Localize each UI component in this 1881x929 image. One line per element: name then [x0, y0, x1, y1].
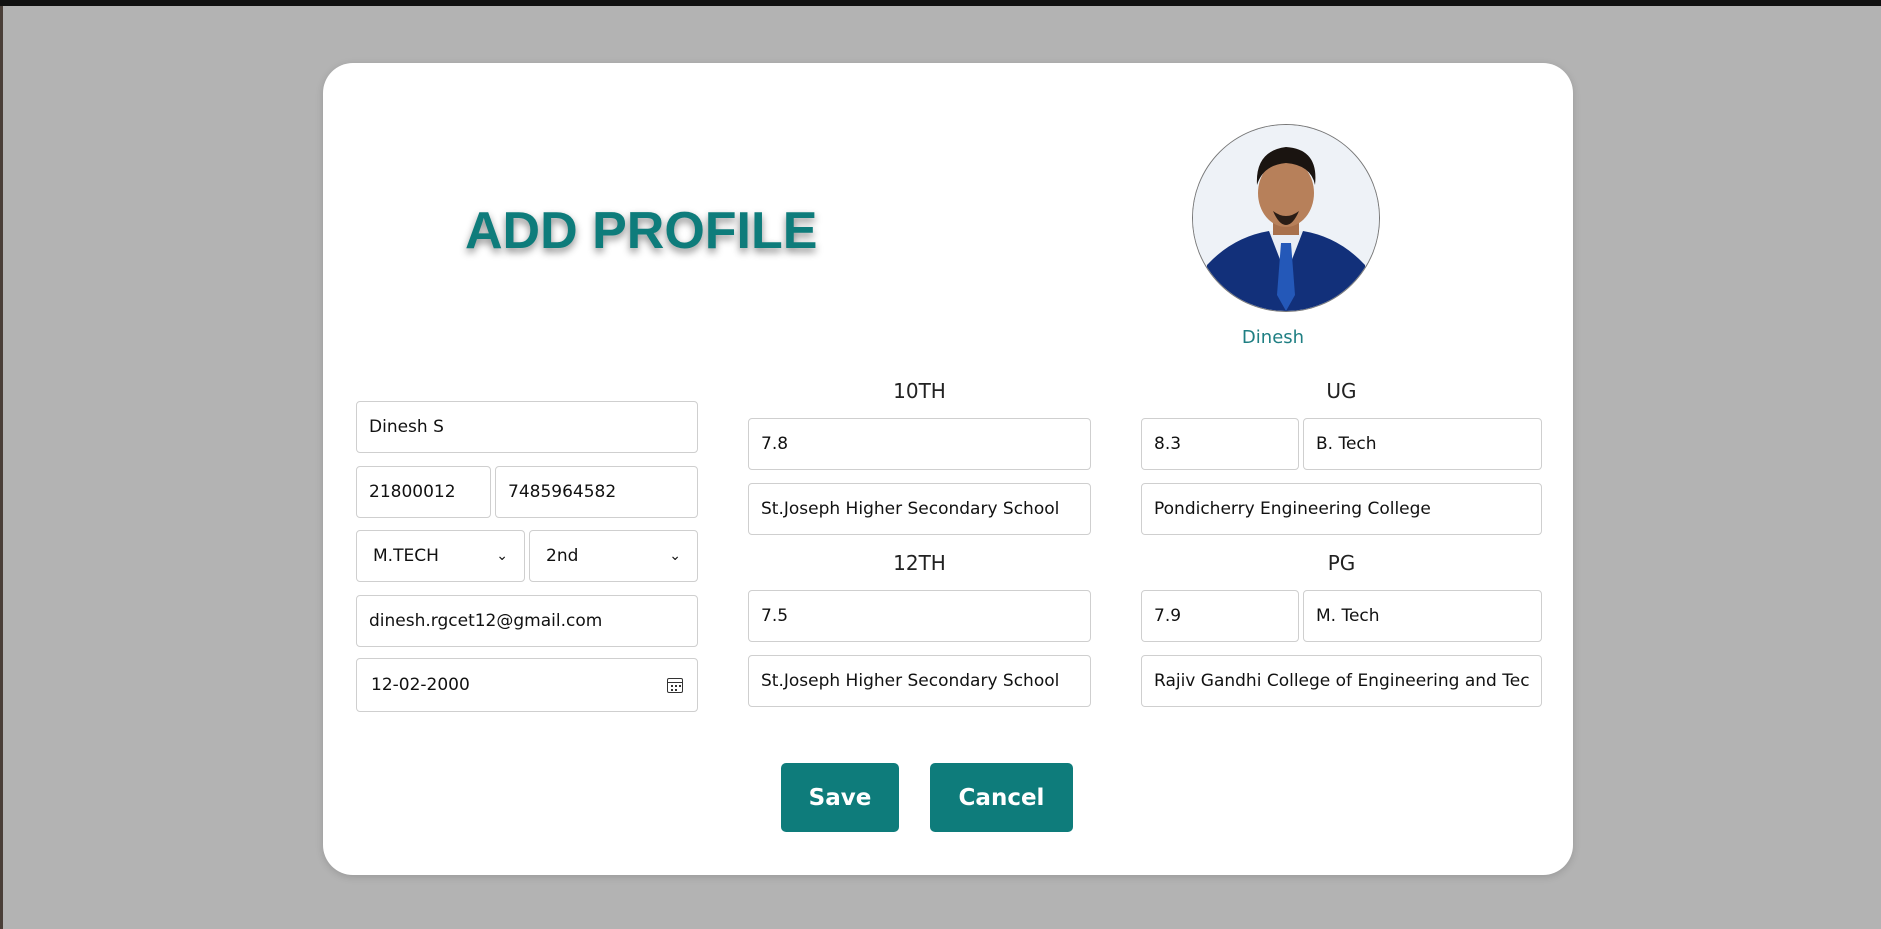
full-name-input[interactable]	[356, 401, 698, 453]
register-number-input[interactable]	[356, 466, 491, 518]
chevron-down-icon: ⌄	[496, 548, 508, 564]
course-select[interactable]: M.TECH ⌄	[356, 530, 525, 582]
cancel-button[interactable]: Cancel	[930, 763, 1073, 832]
twelfth-school-input[interactable]	[748, 655, 1091, 707]
twelfth-section-label: 12TH	[893, 551, 946, 575]
ug-degree-input[interactable]	[1303, 418, 1542, 470]
twelfth-score-input[interactable]	[748, 590, 1091, 642]
pg-score-input[interactable]	[1141, 590, 1299, 642]
ug-college-input[interactable]	[1141, 483, 1542, 535]
date-of-birth-value: 12-02-2000	[371, 675, 470, 695]
window-left-edge	[0, 6, 3, 929]
add-profile-modal: ADD PROFILE Dinesh M.TECH ⌄ 2nd ⌄ 12-02-…	[323, 63, 1573, 875]
avatar-caption: Dinesh	[1241, 327, 1305, 348]
tenth-school-input[interactable]	[748, 483, 1091, 535]
pg-degree-input[interactable]	[1303, 590, 1542, 642]
pg-college-input[interactable]	[1141, 655, 1542, 707]
phone-input[interactable]	[495, 466, 698, 518]
chevron-down-icon: ⌄	[669, 548, 681, 564]
ug-score-input[interactable]	[1141, 418, 1299, 470]
calendar-icon[interactable]	[667, 677, 683, 693]
window-top-bar	[0, 0, 1881, 6]
profile-photo	[1193, 125, 1379, 311]
year-select[interactable]: 2nd ⌄	[529, 530, 698, 582]
email-input[interactable]	[356, 595, 698, 647]
year-select-value: 2nd	[546, 546, 579, 566]
date-of-birth-input[interactable]: 12-02-2000	[356, 658, 698, 712]
page-title: ADD PROFILE	[465, 202, 818, 260]
save-button[interactable]: Save	[781, 763, 899, 832]
ug-section-label: UG	[1326, 379, 1357, 403]
course-select-value: M.TECH	[373, 546, 439, 566]
pg-section-label: PG	[1327, 551, 1356, 575]
tenth-section-label: 10TH	[893, 379, 946, 403]
tenth-score-input[interactable]	[748, 418, 1091, 470]
profile-avatar[interactable]	[1192, 124, 1380, 312]
